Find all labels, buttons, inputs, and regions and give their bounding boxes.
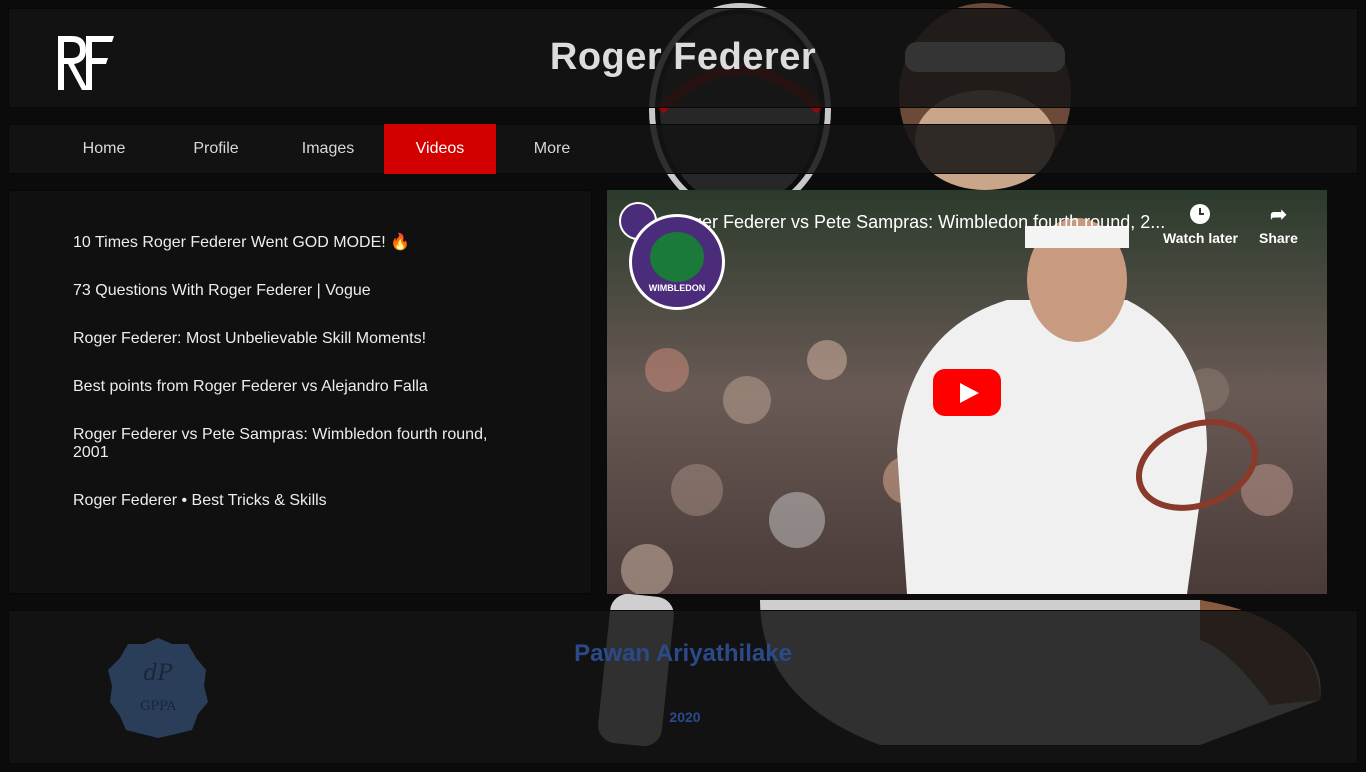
video-title[interactable]: Roger Federer vs Pete Sampras: Wimbledon… — [669, 212, 1165, 233]
nav-images[interactable]: Images — [272, 124, 384, 174]
share-icon: ➦ — [1270, 204, 1287, 226]
wimbledon-logo: WIMBLEDON — [629, 214, 725, 310]
video-link[interactable]: 73 Questions With Roger Federer | Vogue — [73, 282, 513, 300]
nav-home[interactable]: Home — [48, 124, 160, 174]
nav-profile[interactable]: Profile — [160, 124, 272, 174]
video-link[interactable]: Roger Federer: Most Unbelievable Skill M… — [73, 330, 513, 348]
nav-more[interactable]: More — [496, 124, 608, 174]
video-list: 10 Times Roger Federer Went GOD MODE! 🔥 … — [8, 190, 592, 594]
nav-videos[interactable]: Videos — [384, 124, 496, 174]
video-link[interactable]: Roger Federer • Best Tricks & Skills — [73, 492, 513, 510]
player-figure — [897, 300, 1207, 594]
video-player[interactable]: Roger Federer vs Pete Sampras: Wimbledon… — [607, 190, 1327, 594]
share-button[interactable]: ➦ Share — [1259, 204, 1298, 246]
watch-later-label: Watch later — [1163, 230, 1238, 246]
main-nav: Home Profile Images Videos More — [8, 124, 1358, 174]
play-button[interactable] — [933, 369, 1001, 416]
share-label: Share — [1259, 230, 1298, 246]
site-footer: dP GPPA Pawan Ariyathilake 2020 — [8, 610, 1358, 764]
copyright-year: 2020 — [669, 709, 701, 725]
wimbledon-label: WIMBLEDON — [648, 283, 706, 293]
watch-later-button[interactable]: Watch later — [1163, 204, 1238, 246]
author-name: Pawan Ariyathilake — [574, 640, 792, 667]
video-link[interactable]: 10 Times Roger Federer Went GOD MODE! 🔥 — [73, 234, 513, 252]
page-title: Roger Federer — [549, 36, 817, 78]
video-link[interactable]: Roger Federer vs Pete Sampras: Wimbledon… — [73, 426, 513, 462]
site-header: Roger Federer — [8, 8, 1358, 108]
clock-icon — [1190, 204, 1211, 224]
video-link[interactable]: Best points from Roger Federer vs Alejan… — [73, 378, 513, 396]
